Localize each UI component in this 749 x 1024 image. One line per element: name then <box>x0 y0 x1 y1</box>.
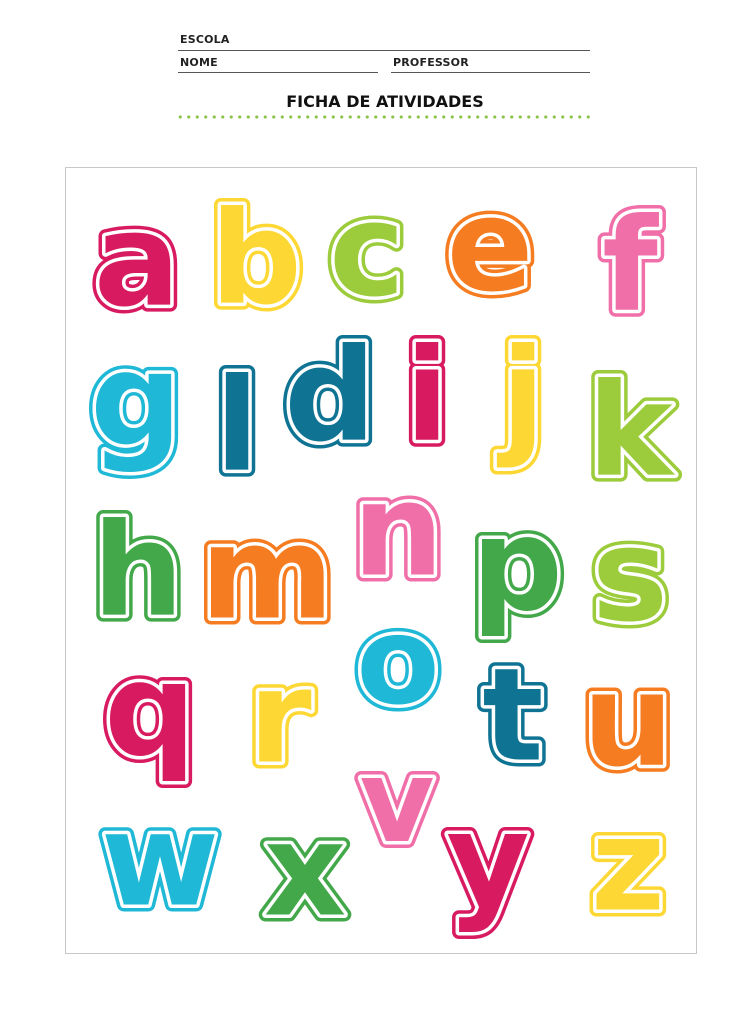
letter-t-glyph: t <box>482 642 543 791</box>
letter-m: mmm <box>193 493 340 656</box>
letter-y: yyy <box>439 780 536 943</box>
alphabet-letters: aaa bbb ccc eee fff ggg lll ddd iii jjj kkk hhh mmm n… <box>83 165 682 953</box>
alphabet-sheet: aaa bbb ccc eee fff ggg lll ddd iii jjj kkk hhh mmm n… <box>83 165 682 953</box>
letter-i: iii <box>398 315 456 478</box>
letter-s: sss <box>585 495 675 658</box>
letter-g-glyph: g <box>90 327 182 476</box>
letter-l-glyph: l <box>215 352 259 501</box>
letter-p: ppp <box>464 485 570 648</box>
letter-c: ccc <box>322 170 412 333</box>
letter-p-glyph: p <box>471 492 563 641</box>
letter-e-glyph: e <box>447 172 534 321</box>
letter-h-glyph: h <box>92 497 183 646</box>
letter-v-glyph: v <box>359 735 434 869</box>
letter-x: xxx <box>257 790 354 953</box>
letter-x-glyph: x <box>264 797 347 946</box>
letter-t: ttt <box>475 635 550 798</box>
letter-s-glyph: s <box>592 502 668 651</box>
letter-c-glyph: c <box>329 177 405 326</box>
letter-n: nnn <box>345 450 450 613</box>
letter-r-glyph: r <box>248 644 311 793</box>
letter-l: lll <box>208 345 266 508</box>
letter-q: qqq <box>97 630 203 793</box>
letter-a: aaa <box>87 180 187 343</box>
letter-o-glyph: o <box>356 590 440 732</box>
letter-h: hhh <box>85 490 190 653</box>
letter-w-glyph: w <box>101 787 219 936</box>
letter-a-glyph: a <box>94 187 180 336</box>
letter-u-glyph: u <box>582 647 673 796</box>
letter-n-glyph: n <box>352 457 443 606</box>
letter-b-glyph: b <box>210 185 302 334</box>
letter-q-glyph: q <box>104 637 196 786</box>
letter-o: ooo <box>349 583 447 739</box>
letter-r: rrr <box>241 637 318 800</box>
letter-d-glyph: d <box>284 322 376 471</box>
letter-z: zzz <box>584 785 673 948</box>
letter-v: vvv <box>352 728 441 876</box>
letter-i-glyph: i <box>405 322 449 471</box>
letter-z-glyph: z <box>591 792 666 941</box>
letter-w: www <box>94 780 226 943</box>
letter-y-glyph: y <box>446 787 529 936</box>
letter-u: uuu <box>575 640 680 803</box>
letter-b: bbb <box>203 178 309 341</box>
letter-k: kkk <box>580 350 682 513</box>
letter-g: ggg <box>83 320 189 483</box>
letter-d: ddd <box>277 315 383 478</box>
letter-f-glyph: f <box>602 192 659 341</box>
letter-k-glyph: k <box>587 357 675 506</box>
letter-m-glyph: m <box>200 500 333 649</box>
letter-j-glyph: j <box>496 322 545 471</box>
letter-e: eee <box>440 165 541 328</box>
letter-j: jjj <box>489 315 552 478</box>
letter-f: fff <box>595 185 666 348</box>
